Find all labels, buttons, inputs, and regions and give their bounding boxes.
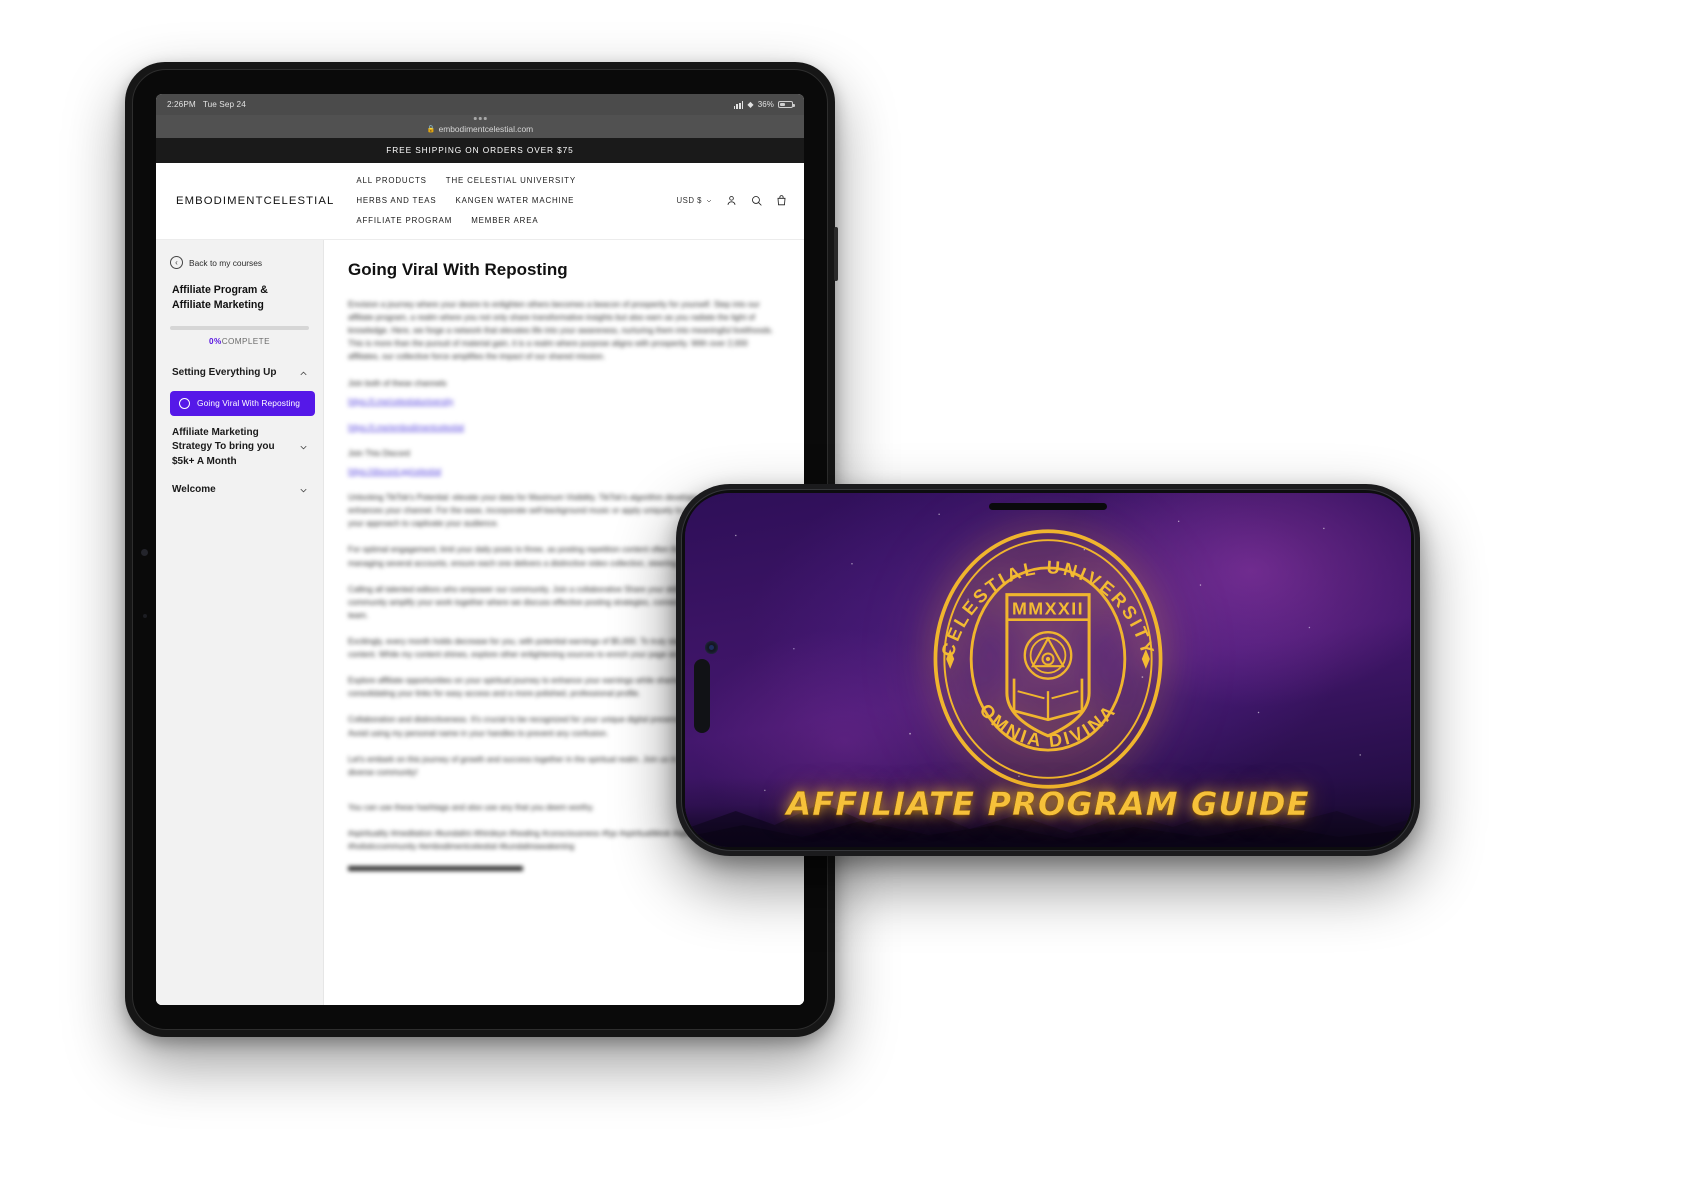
brand-logo[interactable]: EMBODIMENTCELESTIAL <box>176 195 334 207</box>
url-text-group[interactable]: 🔒 embodimentcelestial.com <box>427 124 533 134</box>
user-icon[interactable] <box>725 194 738 207</box>
page-title: Going Viral With Reposting <box>348 260 568 279</box>
phone-screen: CELESTIAL UNIVERSITY OMNIA DIVINA MMXXII <box>685 493 1411 847</box>
guide-title: AFFILIATE PROGRAM GUIDE <box>786 785 1310 823</box>
cellular-signal-icon <box>733 101 744 109</box>
nav-item-all-products[interactable]: ALL PRODUCTS <box>356 176 426 185</box>
module-label: Welcome <box>172 484 216 496</box>
browser-url-bar[interactable]: 🔒 embodimentcelestial.com <box>156 115 804 138</box>
chevron-down-icon <box>706 199 712 202</box>
circle-outline-icon <box>179 397 190 409</box>
tablet-camera-icon <box>141 549 148 556</box>
currency-selector[interactable]: USD $ <box>677 196 713 205</box>
status-time: 2:26PM <box>167 100 196 109</box>
content-truncated-bar <box>348 866 523 872</box>
url-text: embodimentcelestial.com <box>438 124 534 134</box>
discord-prompt: Join This Discord <box>348 448 410 458</box>
celestial-university-seal: CELESTIAL UNIVERSITY OMNIA DIVINA MMXXII <box>914 525 1182 793</box>
emblem-inner-circle <box>1029 637 1067 675</box>
nav-item-herbs-and-teas[interactable]: HERBS AND TEAS <box>356 196 436 205</box>
progress-label: 0%COMPLETE <box>156 337 323 346</box>
tab-dots-icon[interactable] <box>473 117 487 120</box>
telegram-link-1[interactable]: https://t.me/celestialuniversity <box>348 395 780 408</box>
dynamic-island <box>989 503 1107 510</box>
nav-item-kangen-water-machine[interactable]: KANGEN WATER MACHINE <box>456 196 575 205</box>
battery-icon <box>778 100 795 109</box>
sidebar-module-affiliate-marketing-strategy[interactable]: Affiliate Marketing Strategy To bring yo… <box>156 419 323 477</box>
header-actions: USD $ <box>677 194 788 207</box>
main-navigation: ALL PRODUCTS THE CELESTIAL UNIVERSITY HE… <box>356 176 676 225</box>
promo-banner: FREE SHIPPING ON ORDERS OVER $75 <box>156 138 804 163</box>
search-icon[interactable] <box>750 194 763 207</box>
eye-pupil-icon <box>1045 657 1051 662</box>
chevron-down-icon[interactable] <box>298 485 309 496</box>
nav-item-member-area[interactable]: MEMBER AREA <box>471 216 538 225</box>
lock-icon: 🔒 <box>426 126 436 133</box>
phone-volume-button[interactable] <box>694 659 710 733</box>
phone-front-camera-icon <box>705 641 718 654</box>
nav-item-affiliate-program[interactable]: AFFILIATE PROGRAM <box>356 216 452 225</box>
module-label: Affiliate Marketing Strategy To bring yo… <box>172 426 275 467</box>
telegram-link-2[interactable]: https://t.me/embodimentcelestial <box>348 421 780 434</box>
ios-status-bar: 2:26PM Tue Sep 24 ◆ 36% <box>156 94 804 115</box>
nav-item-celestial-university[interactable]: THE CELESTIAL UNIVERSITY <box>446 176 576 185</box>
course-sidebar: ‹ Back to my courses Affiliate Program &… <box>156 240 324 1005</box>
tablet-sensor-icon <box>143 614 147 618</box>
arrow-left-circle-icon: ‹ <box>170 256 183 269</box>
status-battery-percent: 36% <box>757 100 774 109</box>
discord-link[interactable]: https://discord.gg/celestial <box>348 465 780 478</box>
progress-bar <box>170 326 309 331</box>
screenshot-stage: 2:26PM Tue Sep 24 ◆ 36% 🔒 embodimentcele… <box>0 0 1700 1200</box>
lesson-intro-paragraph: Envision a journey where your desire to … <box>348 300 774 362</box>
wifi-icon: ◆ <box>747 99 754 109</box>
tablet-power-button[interactable] <box>834 227 838 281</box>
channels-prompt: Join both of these channels <box>348 378 447 388</box>
status-date: Tue Sep 24 <box>202 100 246 109</box>
back-to-courses-label: Back to my courses <box>189 257 263 268</box>
lesson-label: Going Viral With Reposting <box>197 398 300 409</box>
progress-percent: 0% <box>209 337 222 347</box>
currency-label: USD $ <box>676 196 702 205</box>
chevron-up-icon[interactable] <box>298 368 309 379</box>
sidebar-lesson-going-viral-with-reposting[interactable]: Going Viral With Reposting <box>170 390 315 416</box>
seal-year-text: MMXXII <box>1012 599 1084 619</box>
module-label: Setting Everything Up <box>172 367 277 379</box>
course-title: Affiliate Program & Affiliate Marketing <box>172 284 268 312</box>
status-bar-left: 2:26PM Tue Sep 24 <box>167 100 246 109</box>
site-header: EMBODIMENTCELESTIAL ALL PRODUCTS THE CEL… <box>156 163 804 240</box>
sidebar-module-welcome[interactable]: Welcome <box>156 476 323 505</box>
back-to-courses-button[interactable]: ‹ Back to my courses <box>156 256 323 269</box>
progress-word: COMPLETE <box>221 337 270 347</box>
shopping-bag-icon[interactable] <box>775 194 788 207</box>
phone-device: CELESTIAL UNIVERSITY OMNIA DIVINA MMXXII <box>676 484 1420 856</box>
sidebar-module-setting-everything-up[interactable]: Setting Everything Up <box>156 359 323 388</box>
seal-svg: CELESTIAL UNIVERSITY OMNIA DIVINA MMXXII <box>933 529 1163 789</box>
chevron-down-icon[interactable] <box>298 442 309 453</box>
status-bar-right: ◆ 36% <box>733 99 795 109</box>
